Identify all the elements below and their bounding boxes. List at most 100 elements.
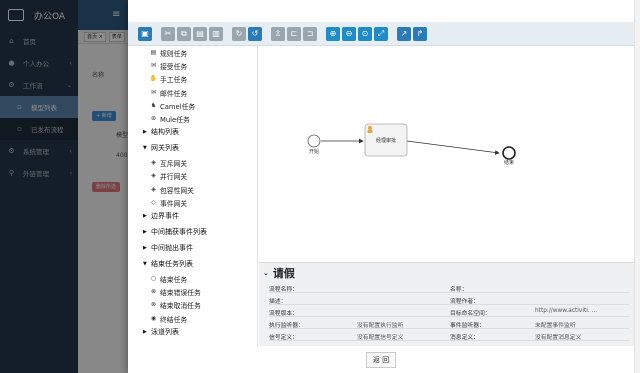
zoom-in-button[interactable]: ⊕ (326, 26, 340, 41)
zoom-actual-icon: ⊙ (361, 28, 369, 38)
mule-task-icon: ⊛ (150, 115, 157, 122)
redo-icon: ↻ (235, 28, 243, 38)
receive-task-icon: ✉ (150, 62, 157, 70)
property-value[interactable]: 没有配置消息定义 (535, 332, 581, 341)
diagram-canvas[interactable]: 开始 经理审批 结束 (259, 46, 634, 262)
save-button[interactable]: ▣ (138, 26, 152, 41)
property-value[interactable]: http://www.activiti. ... (535, 308, 597, 314)
palette-item[interactable]: ⊛ Mule任务 (150, 114, 190, 125)
palette-item[interactable]: ◈ 并行网关 (150, 171, 188, 182)
palette-group-label: 结构列表 (151, 128, 179, 137)
exclusive-gateway-icon: ◈ (151, 159, 156, 167)
palette-group[interactable]: ▶ 结构列表 (143, 127, 179, 137)
bend-point-add-button[interactable]: ⊏ (287, 26, 301, 41)
align-button[interactable]: ⇫ (271, 26, 285, 41)
zoom-actual-button[interactable]: ⊙ (358, 26, 372, 41)
cut-icon: ✂ (164, 28, 172, 38)
property-row: 流程名称： 名称： (269, 282, 629, 293)
palette-item[interactable]: ▤ 规则任务 (150, 48, 188, 59)
dialog-footer: 返 回 (128, 346, 634, 373)
bend-remove-icon: ⊐ (306, 28, 314, 38)
palette-item[interactable]: ⊗ 结束错误任务 (150, 287, 201, 298)
property-value[interactable]: 没有配置执行监听 (357, 320, 403, 329)
rule-task-icon: ▤ (150, 49, 157, 56)
palette-group[interactable]: ▶ 边界事件 (143, 211, 179, 221)
property-label: 事件监听器： (450, 323, 485, 329)
user-task-label: 经理审批 (376, 137, 396, 144)
palette-item[interactable]: ✋ 手工任务 (149, 74, 187, 85)
caret-down-icon: ▼ (143, 145, 147, 152)
property-row: 流程版本： 目标命名空间： http://www.activiti. ... (269, 306, 629, 317)
palette-group-label: 结束任务列表 (151, 260, 193, 268)
palette-item[interactable]: ✉ 接受任务 (150, 61, 187, 72)
palette-group[interactable]: ▶ 泳道列表 (143, 327, 179, 337)
end-error-icon: ⊗ (150, 288, 157, 296)
diagram-svg: 开始 经理审批 结束 (307, 123, 516, 166)
palette-item-label: 结束取消任务 (160, 302, 201, 311)
property-row: 信号定义： 没有配置信号定义 消息定义： 没有配置消息定义 (269, 330, 629, 341)
palette-item[interactable]: ○ 结束任务 (150, 274, 188, 285)
manual-task-icon: ✋ (149, 75, 158, 83)
palette-item[interactable]: ◈ 互斥网关 (150, 158, 187, 169)
copy-button[interactable]: ⧉ (177, 26, 191, 41)
connector-bend-button[interactable]: ↱ (413, 26, 427, 41)
camel-task-icon: ♞ (150, 101, 157, 109)
property-label: 目标命名空间： (450, 311, 491, 317)
palette-item-label: 规则任务 (160, 50, 188, 58)
palette-item[interactable]: ◇ 事件网关 (150, 198, 187, 208)
property-value[interactable]: 未配置事件监听 (535, 320, 576, 329)
property-label: 执行监听器： (269, 323, 304, 329)
palette-item-label: 结束任务 (160, 276, 188, 284)
caret-right-icon: ▶ (143, 129, 147, 136)
back-button[interactable]: 返 回 (365, 351, 397, 368)
undo-icon: ↺ (251, 28, 259, 38)
palette-item[interactable]: ◈ 包容性网关 (150, 185, 194, 195)
palette-item[interactable]: ✉ 邮件任务 (150, 88, 187, 98)
redo-button[interactable]: ↻ (232, 26, 246, 41)
property-label: 名称： (450, 287, 468, 293)
zoom-in-icon: ⊕ (329, 28, 337, 38)
align-icon: ⇫ (274, 28, 282, 38)
end-event[interactable] (502, 146, 516, 160)
palette-item-label: Camel任务 (160, 102, 196, 111)
palette-item[interactable]: ♞ Camel任务 (150, 101, 195, 111)
process-title: 请假 (272, 267, 295, 280)
zoom-out-button[interactable]: ⊖ (342, 26, 356, 41)
end-event-label: 结束 (504, 159, 514, 166)
delete-button[interactable]: ▥ (209, 26, 223, 41)
properties-panel: ⌄ 请假 流程名称： 名称： 描述： 流程作者： 流程版本： 目标命名空间： http://… (259, 262, 634, 346)
palette-item[interactable]: ⊗ 结束取消任务 (150, 300, 201, 311)
terminate-icon: ◉ (150, 314, 157, 322)
caret-right-icon: ▶ (143, 328, 147, 335)
caret-right-icon: ▶ (143, 213, 147, 219)
connector-button[interactable]: ↗ (397, 26, 411, 41)
cut-button[interactable]: ✂ (161, 26, 175, 41)
palette-item-label: 包容性网关 (160, 186, 194, 195)
parallel-gateway-icon: ◈ (151, 172, 156, 180)
palette-item-label: 事件网关 (160, 199, 188, 208)
property-value[interactable]: 没有配置信号定义 (357, 332, 403, 341)
palette-item[interactable]: ◉ 终结任务 (150, 314, 187, 324)
properties-header[interactable]: ⌄ 请假 (263, 265, 295, 281)
process-designer-dialog: ▣ ✂ ⧉ ▤ ▥ ↻ ↺ ⇫ ⊏ ⊐ ⊕ ⊖ ⊙ ⤢ ↗ ↱ ▤ 规则任务 ✉ 接受任务 ✋ 手工任务 ✉ 邮件任务 ♞ Ca… (128, 0, 640, 373)
chevron-down-icon: ⌄ (263, 269, 269, 277)
inclusive-gateway-icon: ◈ (151, 185, 156, 193)
sequence-flow[interactable] (406, 140, 500, 155)
palette-item-label: 并行网关 (160, 173, 188, 182)
palette-group[interactable]: ▼ 网关列表 (143, 143, 179, 153)
mail-task-icon: ✉ (150, 88, 157, 96)
start-event[interactable] (307, 134, 321, 148)
zoom-fit-button[interactable]: ⤢ (374, 26, 388, 41)
palette-group-label: 边界事件 (151, 212, 179, 220)
palette-group[interactable]: ▶ 中间抛出事件 (143, 243, 193, 253)
bend-point-remove-button[interactable]: ⊐ (303, 26, 317, 41)
property-label: 消息定义： (450, 335, 479, 341)
palette-item-label: Mule任务 (160, 116, 190, 124)
paste-icon: ▤ (196, 28, 204, 38)
caret-right-icon: ▶ (143, 245, 147, 251)
palette-group[interactable]: ▶ 中间捕获事件列表 (143, 227, 207, 237)
paste-button[interactable]: ▤ (193, 26, 207, 41)
scrollbar[interactable] (634, 0, 640, 373)
undo-button[interactable]: ↺ (248, 26, 262, 41)
palette-group[interactable]: ▼ 结束任务列表 (143, 259, 193, 269)
